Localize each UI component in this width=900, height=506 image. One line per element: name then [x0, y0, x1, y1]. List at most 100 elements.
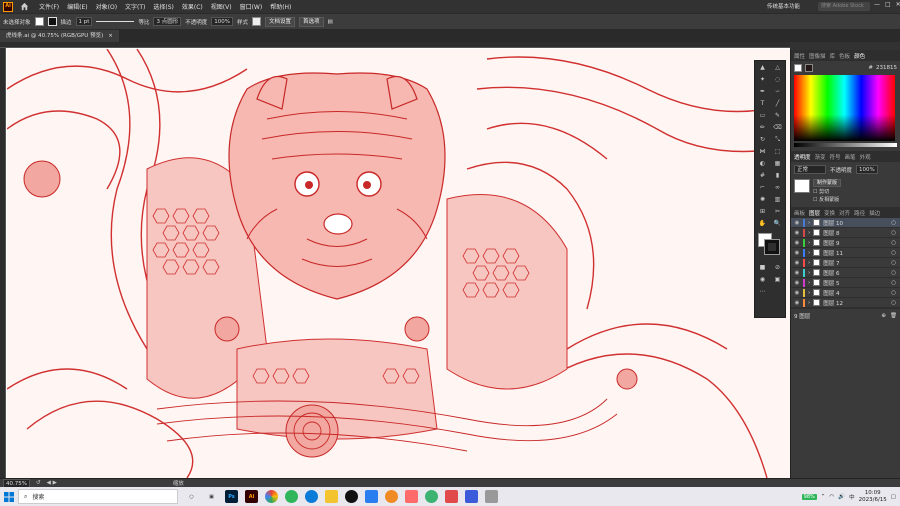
- menu-window[interactable]: 窗口(W): [236, 2, 267, 11]
- visibility-eye-icon[interactable]: ◉: [794, 260, 800, 266]
- app-blue-icon[interactable]: [465, 490, 478, 503]
- expand-arrow-icon[interactable]: ›: [808, 280, 810, 286]
- tab-gradient[interactable]: 渐变: [815, 153, 826, 161]
- target-circle-icon[interactable]: ○: [891, 290, 896, 296]
- menu-edit[interactable]: 编辑(E): [63, 2, 91, 11]
- width-tool-icon[interactable]: ⋈: [757, 147, 768, 157]
- target-circle-icon[interactable]: ○: [891, 240, 896, 246]
- expand-arrow-icon[interactable]: ›: [808, 270, 810, 276]
- stroke-swatch[interactable]: [47, 17, 57, 26]
- line-tool-icon[interactable]: ╱: [772, 98, 783, 108]
- tab-stroke[interactable]: 描边: [869, 209, 880, 217]
- expand-arrow-icon[interactable]: ›: [808, 260, 810, 266]
- delete-layer-icon[interactable]: 🗑: [890, 313, 897, 319]
- lasso-icon[interactable]: ◌: [772, 74, 783, 84]
- expand-arrow-icon[interactable]: ›: [808, 250, 810, 256]
- layer-row[interactable]: ◉ › 图层 6 ○: [791, 268, 900, 278]
- document-tab[interactable]: 虎线条.ai @ 40.75% (RGB/GPU 预览) ×: [0, 30, 119, 42]
- new-layer-icon[interactable]: ⊕: [881, 313, 886, 319]
- workspace-switcher[interactable]: 传统基本功能: [767, 2, 800, 10]
- layer-row[interactable]: ◉ › 图层 4 ○: [791, 288, 900, 298]
- wechat-icon[interactable]: [285, 490, 298, 503]
- expand-arrow-icon[interactable]: ›: [808, 220, 810, 226]
- visibility-eye-icon[interactable]: ◉: [794, 280, 800, 286]
- symbol-sprayer-icon[interactable]: ✺: [757, 195, 768, 205]
- layer-name[interactable]: 图层 11: [823, 249, 843, 257]
- brush-definition[interactable]: 3 点圆形: [153, 17, 182, 26]
- tab-color[interactable]: 颜色: [854, 52, 865, 60]
- tab-transparency[interactable]: 透明度: [794, 153, 811, 161]
- grayscale-ramp[interactable]: [794, 143, 897, 147]
- shape-builder-icon[interactable]: ◐: [757, 159, 768, 169]
- scale-tool-icon[interactable]: ⤡: [772, 135, 783, 145]
- tab-brushes[interactable]: 画笔: [845, 153, 856, 161]
- qq-icon[interactable]: [345, 490, 358, 503]
- stock-search-input[interactable]: 搜索 Adobe Stock: [818, 2, 870, 11]
- direct-selection-tool-icon[interactable]: △: [772, 62, 783, 72]
- notification-icon[interactable]: ▢: [891, 494, 896, 500]
- target-circle-icon[interactable]: ○: [891, 280, 896, 286]
- color-fill-preview[interactable]: [794, 64, 802, 72]
- layer-name[interactable]: 图层 5: [823, 279, 839, 287]
- expand-arrow-icon[interactable]: ›: [808, 290, 810, 296]
- ime-indicator[interactable]: 中: [849, 493, 855, 501]
- tab-pathfinder[interactable]: 路径: [854, 209, 865, 217]
- layer-name[interactable]: 图层 7: [823, 259, 839, 267]
- layer-name[interactable]: 图层 9: [823, 239, 839, 247]
- menu-view[interactable]: 视图(V): [207, 2, 236, 11]
- battery-indicator[interactable]: 98%: [801, 493, 817, 500]
- layer-name[interactable]: 图层 12: [823, 299, 843, 307]
- eyedropper-icon[interactable]: ⌐: [757, 183, 768, 193]
- visibility-eye-icon[interactable]: ◉: [794, 240, 800, 246]
- taskbar-search-box[interactable]: ⌕ 搜索: [18, 489, 178, 504]
- zoom-tool-icon[interactable]: 🔍: [772, 219, 783, 229]
- illustrator-taskbar-icon[interactable]: Ai: [245, 490, 258, 503]
- photoshop-taskbar-icon[interactable]: Ps: [225, 490, 238, 503]
- visibility-eye-icon[interactable]: ◉: [794, 230, 800, 236]
- tab-align[interactable]: 对齐: [839, 209, 850, 217]
- layer-row[interactable]: ◉ › 图层 10 ○: [791, 218, 900, 228]
- tab-properties[interactable]: 属性: [794, 52, 805, 60]
- tab-image-trace[interactable]: 图像描: [809, 52, 826, 60]
- mesh-tool-icon[interactable]: #: [757, 171, 768, 181]
- graph-tool-icon[interactable]: ▥: [772, 195, 783, 205]
- menu-type[interactable]: 文字(T): [121, 2, 149, 11]
- fill-swatch[interactable]: [34, 17, 44, 26]
- opacity-field[interactable]: 100%: [211, 17, 233, 26]
- visibility-eye-icon[interactable]: ◉: [794, 220, 800, 226]
- target-circle-icon[interactable]: ○: [891, 270, 896, 276]
- stroke-profile-label[interactable]: 等比: [138, 18, 149, 26]
- baidu-netdisk-icon[interactable]: [365, 490, 378, 503]
- target-circle-icon[interactable]: ○: [891, 300, 896, 306]
- stroke-label[interactable]: 描边: [61, 18, 72, 26]
- app-music-icon[interactable]: [405, 490, 418, 503]
- layer-row[interactable]: ◉ › 图层 9 ○: [791, 238, 900, 248]
- home-icon[interactable]: [19, 2, 29, 12]
- type-tool-icon[interactable]: T: [757, 98, 768, 108]
- pencil-tool-icon[interactable]: ✏: [757, 122, 768, 132]
- selection-tool-icon[interactable]: ▲: [757, 62, 768, 72]
- maximize-icon[interactable]: □: [885, 1, 891, 8]
- blend-tool-icon[interactable]: ∞: [772, 183, 783, 193]
- widgets-icon[interactable]: ▣: [205, 490, 218, 503]
- invert-mask-checkbox[interactable]: ☐ 反相蒙版: [813, 196, 841, 203]
- opacity-label[interactable]: 不透明度: [185, 18, 207, 26]
- expand-arrow-icon[interactable]: ›: [808, 300, 810, 306]
- menu-file[interactable]: 文件(F): [35, 2, 63, 11]
- tab-libraries[interactable]: 库: [830, 52, 836, 60]
- edge-icon[interactable]: [305, 490, 318, 503]
- tab-swatches[interactable]: 色板: [839, 52, 850, 60]
- curvature-tool-icon[interactable]: ∽: [772, 86, 783, 96]
- create-mask-button[interactable]: 制作蒙版: [813, 179, 842, 187]
- layer-name[interactable]: 图层 6: [823, 269, 839, 277]
- close-tab-icon[interactable]: ×: [108, 30, 113, 42]
- layer-row[interactable]: ◉ › 图层 12 ○: [791, 298, 900, 308]
- free-transform-icon[interactable]: ⬚: [772, 147, 783, 157]
- slice-tool-icon[interactable]: ✂: [772, 207, 783, 217]
- minimize-icon[interactable]: —: [874, 1, 880, 8]
- chrome-icon[interactable]: [265, 490, 278, 503]
- color-hex-value[interactable]: 231815: [876, 65, 897, 71]
- layer-name[interactable]: 图层 10: [823, 219, 843, 227]
- color-mode-icon[interactable]: ■: [757, 263, 768, 273]
- more-tools-icon[interactable]: ⋯: [757, 287, 768, 297]
